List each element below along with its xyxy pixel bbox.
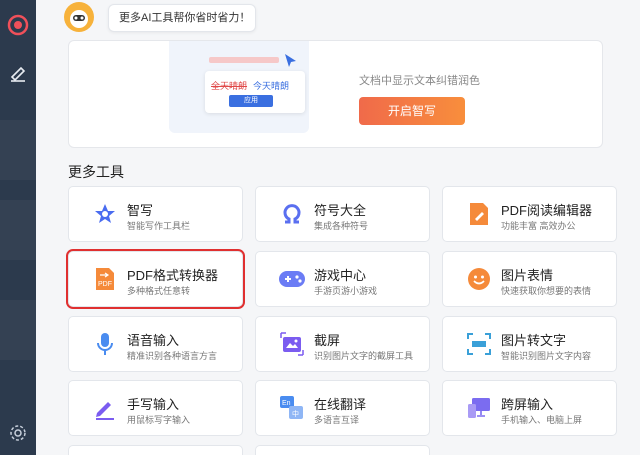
top-bar: 更多AI工具帮你省时省力！	[36, 0, 640, 40]
tool-desc: 手机输入、电脑上屏	[501, 415, 583, 425]
tool-title: PDF格式转换器	[127, 268, 219, 283]
tool-card-screenshot[interactable]: 截屏 识别图片文字的截屏工具	[255, 316, 430, 372]
promo-strike-text: 全天晴朗	[211, 81, 248, 91]
promo-apply-chip: 应用	[229, 95, 273, 107]
pdf-edit-icon	[465, 200, 493, 228]
tool-desc: 智能识别图片文字内容	[501, 351, 592, 361]
promo-illustration: 全天晴朗 今天晴朗 应用	[169, 41, 309, 133]
omega-icon	[278, 200, 306, 228]
tool-desc: 用鼠标写字输入	[127, 415, 191, 425]
tool-title: 符号大全	[314, 203, 367, 218]
tool-desc: 精准识别各种语言方言	[127, 351, 218, 361]
home-logo-icon[interactable]	[3, 10, 33, 40]
pdf-convert-icon: PDF	[91, 265, 119, 293]
tool-title: 语音输入	[127, 333, 180, 348]
tool-card-symbols[interactable]: 符号大全 集成各种符号	[255, 186, 430, 242]
tool-title: 截屏	[314, 333, 341, 348]
sidebar-blur-area	[0, 300, 36, 360]
tool-title: 在线翻译	[314, 397, 367, 412]
promo-description: 文档中显示文本纠错润色	[359, 75, 480, 87]
promo-corrected-text: 今天晴朗	[253, 81, 290, 91]
tool-title: 手写输入	[127, 397, 180, 412]
tool-desc: 识别图片文字的截屏工具	[314, 351, 414, 361]
gamepad-icon	[278, 265, 306, 293]
tool-desc: 集成各种符号	[314, 221, 369, 231]
tool-desc: 多语言互译	[314, 415, 360, 425]
tool-card-image-to-text[interactable]: 图片转文字 智能识别图片文字内容	[442, 316, 617, 372]
image-to-text-icon	[465, 330, 493, 358]
promo-banner: 全天晴朗 今天晴朗 应用 文档中显示文本纠错润色 开启智写	[68, 40, 603, 148]
tool-title: 图片转文字	[501, 333, 567, 348]
svg-text:PDF: PDF	[98, 281, 112, 288]
enable-smart-write-button[interactable]: 开启智写	[359, 97, 465, 125]
cursor-icon	[285, 54, 296, 67]
pen-star-icon	[91, 200, 119, 228]
tool-card-cross-screen[interactable]: 跨屏输入 手机输入、电脑上屏	[442, 380, 617, 436]
section-title: 更多工具	[68, 164, 124, 180]
sidebar-blur-area	[0, 120, 36, 180]
tool-title: 游戏中心	[314, 268, 367, 283]
tool-desc: 功能丰富 高效办公	[501, 221, 576, 231]
cross-screen-icon	[465, 394, 493, 422]
tool-title: 图片表情	[501, 268, 554, 283]
tool-card-stickers[interactable]: 图片表情 快速获取你想要的表情	[442, 251, 617, 307]
svg-text:中: 中	[292, 409, 299, 418]
main-panel: 更多AI工具帮你省时省力！ 全天晴朗 今天晴朗 应用 文档中显示文本纠错润色 开…	[36, 0, 640, 455]
assistant-message-bubble: 更多AI工具帮你省时省力！	[108, 4, 256, 32]
tool-card-pdf-reader[interactable]: PDF阅读编辑器 功能丰富 高效办公	[442, 186, 617, 242]
tool-title: 智写	[127, 203, 154, 218]
tool-card-smart-write[interactable]: 智写 智能写作工具栏	[68, 186, 243, 242]
tool-title: PDF阅读编辑器	[501, 203, 593, 218]
microphone-icon	[91, 330, 119, 358]
tool-card-partial[interactable]	[68, 445, 243, 455]
sidebar	[0, 0, 36, 455]
svg-text:En: En	[282, 400, 291, 407]
settings-icon[interactable]	[3, 418, 33, 448]
tool-desc: 多种格式任意转	[127, 286, 191, 296]
smiley-icon	[465, 265, 493, 293]
translate-icon: En 中	[278, 394, 306, 422]
tool-card-handwriting[interactable]: 手写输入 用鼠标写字输入	[68, 380, 243, 436]
edit-icon[interactable]	[3, 58, 33, 88]
sidebar-blur-area	[0, 200, 36, 260]
assistant-avatar[interactable]	[64, 2, 94, 32]
tool-desc: 手游页游小游戏	[314, 286, 378, 296]
tool-card-voice-input[interactable]: 语音输入 精准识别各种语言方言	[68, 316, 243, 372]
tool-card-game-center[interactable]: 游戏中心 手游页游小游戏	[255, 251, 430, 307]
tool-desc: 快速获取你想要的表情	[501, 286, 592, 296]
tool-card-pdf-converter[interactable]: PDF PDF格式转换器 多种格式任意转	[66, 249, 245, 309]
tool-desc: 智能写作工具栏	[127, 221, 191, 231]
handwriting-pen-icon	[91, 394, 119, 422]
tool-title: 跨屏输入	[501, 397, 554, 412]
tool-card-partial[interactable]	[255, 445, 430, 455]
tool-card-translate[interactable]: En 中 在线翻译 多语言互译	[255, 380, 430, 436]
screenshot-icon	[278, 330, 306, 358]
